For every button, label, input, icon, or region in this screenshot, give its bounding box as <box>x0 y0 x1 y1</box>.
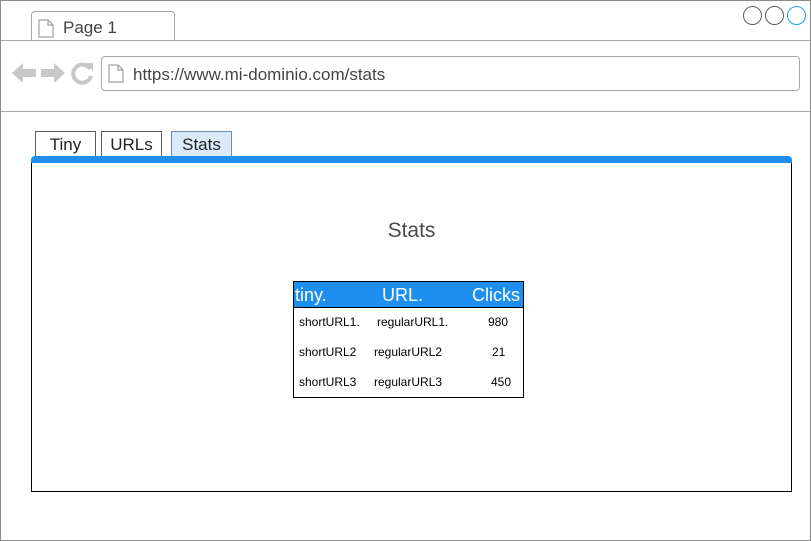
tab-stats[interactable]: Stats <box>171 131 232 157</box>
cell-tiny: shortURL3 <box>299 375 357 389</box>
cell-url: regularURL2 <box>374 345 443 359</box>
close-button[interactable] <box>787 6 806 25</box>
column-header-tiny: tiny. <box>295 285 327 305</box>
url-text: https://www.mi-dominio.com/stats <box>133 65 386 84</box>
browser-tab-bar: Page 1 <box>1 1 810 41</box>
address-bar[interactable]: https://www.mi-dominio.com/stats <box>101 56 800 91</box>
cell-clicks: 980 <box>488 315 509 329</box>
browser-tab-title: Page 1 <box>63 18 117 37</box>
tab-tiny[interactable]: Tiny <box>35 131 96 157</box>
cell-tiny: shortURL2 <box>299 345 357 359</box>
back-arrow-icon[interactable] <box>11 61 37 90</box>
browser-window: Page 1 https://www.mi-dominio.com/stats … <box>0 0 811 541</box>
browser-tab[interactable]: Page 1 <box>31 11 175 41</box>
column-header-clicks: Clicks <box>472 285 520 305</box>
table-header: tiny. URL. Clicks <box>294 282 523 308</box>
minimize-button[interactable] <box>743 6 762 25</box>
reload-icon[interactable] <box>71 61 95 90</box>
tab-urls[interactable]: URLs <box>101 131 162 157</box>
stats-table: tiny. URL. Clicks shortURL1. regularURL1… <box>293 281 524 398</box>
page-icon <box>108 64 124 88</box>
cell-clicks: 21 <box>492 345 506 359</box>
cell-clicks: 450 <box>491 375 512 389</box>
column-header-url: URL. <box>382 285 424 305</box>
page-title: Stats <box>387 219 436 242</box>
forward-arrow-icon[interactable] <box>40 61 66 90</box>
cell-url: regularURL1. <box>377 315 449 329</box>
maximize-button[interactable] <box>765 6 784 25</box>
cell-url: regularURL3 <box>374 375 443 389</box>
browser-toolbar: https://www.mi-dominio.com/stats <box>1 41 810 112</box>
cell-tiny: shortURL1. <box>299 315 360 329</box>
window-controls <box>743 6 806 25</box>
